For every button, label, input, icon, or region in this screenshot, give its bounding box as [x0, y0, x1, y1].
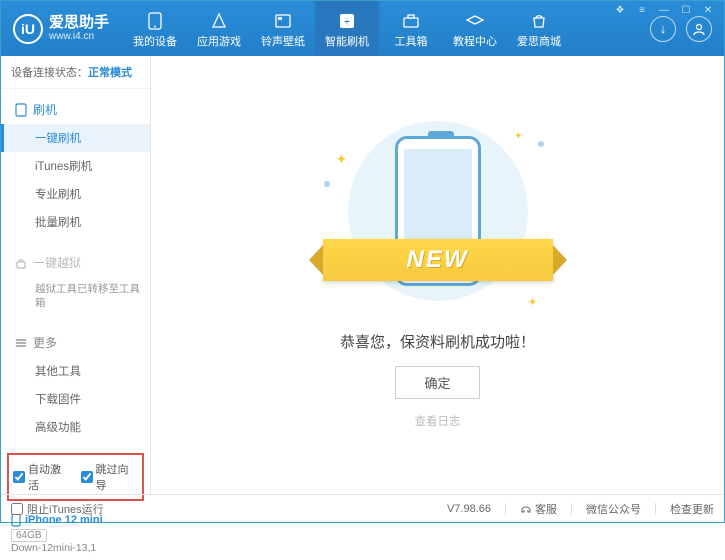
nav-my-device[interactable]: 我的设备: [123, 1, 187, 56]
sidebar-label: 刷机: [33, 101, 57, 118]
checkbox-block-itunes[interactable]: 阻止iTunes运行: [11, 501, 104, 517]
top-nav: 我的设备 应用游戏 铃声壁纸 智能刷机 工具箱 教程中心: [123, 1, 571, 56]
lock-icon: [15, 257, 27, 269]
ok-button[interactable]: 确定: [395, 366, 479, 399]
link-label: 客服: [535, 501, 557, 517]
checkbox-label: 自动激活: [28, 461, 71, 493]
main-content: ✦ ✦ ✦ NEW 恭喜您，保资料刷机成功啦！ 确定 查看日志: [151, 56, 724, 494]
status-value: 正常模式: [88, 67, 132, 79]
toolbox-icon: [401, 12, 421, 30]
nav-label: 爱思商城: [517, 33, 561, 49]
settings-icon[interactable]: ❖: [610, 3, 630, 17]
device-status: 设备连接状态：正常模式: [1, 56, 150, 89]
header-right: ↓: [650, 16, 724, 42]
nav-label: 智能刷机: [325, 33, 369, 49]
view-log-link[interactable]: 查看日志: [415, 413, 461, 429]
menu-icon[interactable]: ≡: [632, 3, 652, 17]
list-icon: [15, 338, 27, 348]
status-label: 设备连接状态：: [11, 67, 88, 79]
store-icon: [529, 12, 549, 30]
nav-store[interactable]: 爱思商城: [507, 1, 571, 56]
nav-apps[interactable]: 应用游戏: [187, 1, 251, 56]
nav-ringtones[interactable]: 铃声壁纸: [251, 1, 315, 56]
version-text: V7.98.66: [447, 503, 491, 515]
customer-service-link[interactable]: 客服: [520, 501, 557, 517]
nav-label: 铃声壁纸: [261, 33, 305, 49]
auto-activate-input[interactable]: [13, 471, 25, 483]
apps-icon: [209, 12, 229, 30]
user-button[interactable]: [686, 16, 712, 42]
sidebar-item-advanced[interactable]: 高级功能: [1, 413, 150, 441]
sidebar-label: 一键越狱: [33, 254, 81, 271]
flash-icon: [337, 12, 357, 30]
checkbox-label: 跳过向导: [96, 461, 139, 493]
minimize-icon[interactable]: —: [654, 3, 674, 17]
phone-small-icon: [15, 103, 27, 117]
sidebar-item-download-fw[interactable]: 下载固件: [1, 385, 150, 413]
block-itunes-input[interactable]: [11, 503, 23, 515]
phone-icon: [145, 12, 165, 30]
sidebar: 设备连接状态：正常模式 刷机 一键刷机 iTunes刷机 专业刷机 批量刷机 一…: [1, 56, 151, 494]
sidebar-item-batch-flash[interactable]: 批量刷机: [1, 208, 150, 236]
app-title: 爱思助手: [49, 15, 109, 32]
app-url: www.i4.cn: [49, 31, 109, 42]
star-icon: ✦: [336, 151, 348, 168]
sidebar-item-other-tools[interactable]: 其他工具: [1, 357, 150, 385]
window-controls: ❖ ≡ — ☐ ✕: [610, 3, 718, 17]
maximize-icon[interactable]: ☐: [676, 3, 696, 17]
sidebar-item-itunes-flash[interactable]: iTunes刷机: [1, 152, 150, 180]
app-header: ❖ ≡ — ☐ ✕ iU 爱思助手 www.i4.cn 我的设备 应用游戏: [1, 1, 724, 56]
sidebar-item-pro-flash[interactable]: 专业刷机: [1, 180, 150, 208]
close-icon[interactable]: ✕: [698, 3, 718, 17]
new-banner: NEW: [323, 239, 553, 281]
nav-label: 我的设备: [133, 33, 177, 49]
banner-text: NEW: [407, 246, 469, 274]
check-update-link[interactable]: 检查更新: [670, 501, 714, 517]
checkbox-skip-guide[interactable]: 跳过向导: [81, 461, 139, 493]
logo-area: iU 爱思助手 www.i4.cn: [1, 14, 123, 44]
sidebar-jailbreak-note: 越狱工具已转移至工具箱: [1, 277, 150, 316]
checkbox-label: 阻止iTunes运行: [27, 501, 104, 517]
sidebar-head-jailbreak: 一键越狱: [1, 248, 150, 277]
headset-icon: [520, 503, 532, 515]
success-message: 恭喜您，保资料刷机成功啦！: [340, 331, 535, 352]
sidebar-head-flash[interactable]: 刷机: [1, 95, 150, 124]
sidebar-label: 更多: [33, 334, 57, 351]
sidebar-item-oneclick-flash[interactable]: 一键刷机: [1, 124, 150, 152]
app-logo-icon: iU: [13, 14, 43, 44]
skip-guide-input[interactable]: [81, 471, 93, 483]
star-icon: ✦: [527, 295, 537, 309]
success-illustration: ✦ ✦ ✦ NEW: [328, 121, 548, 311]
sidebar-head-more[interactable]: 更多: [1, 328, 150, 357]
wechat-link[interactable]: 微信公众号: [586, 501, 641, 517]
device-model: Down-12mini-13,1: [11, 542, 140, 554]
nav-label: 工具箱: [395, 33, 428, 49]
nav-label: 应用游戏: [197, 33, 241, 49]
device-storage: 64GB: [11, 529, 47, 542]
tutorial-icon: [465, 12, 485, 30]
download-button[interactable]: ↓: [650, 16, 676, 42]
nav-toolbox[interactable]: 工具箱: [379, 1, 443, 56]
footer: 阻止iTunes运行 V7.98.66 客服 微信公众号 检查更新: [1, 494, 724, 522]
wallpaper-icon: [273, 12, 293, 30]
nav-label: 教程中心: [453, 33, 497, 49]
nav-tutorials[interactable]: 教程中心: [443, 1, 507, 56]
nav-flash[interactable]: 智能刷机: [315, 1, 379, 56]
star-icon: ✦: [514, 131, 522, 142]
checkbox-auto-activate[interactable]: 自动激活: [13, 461, 71, 493]
